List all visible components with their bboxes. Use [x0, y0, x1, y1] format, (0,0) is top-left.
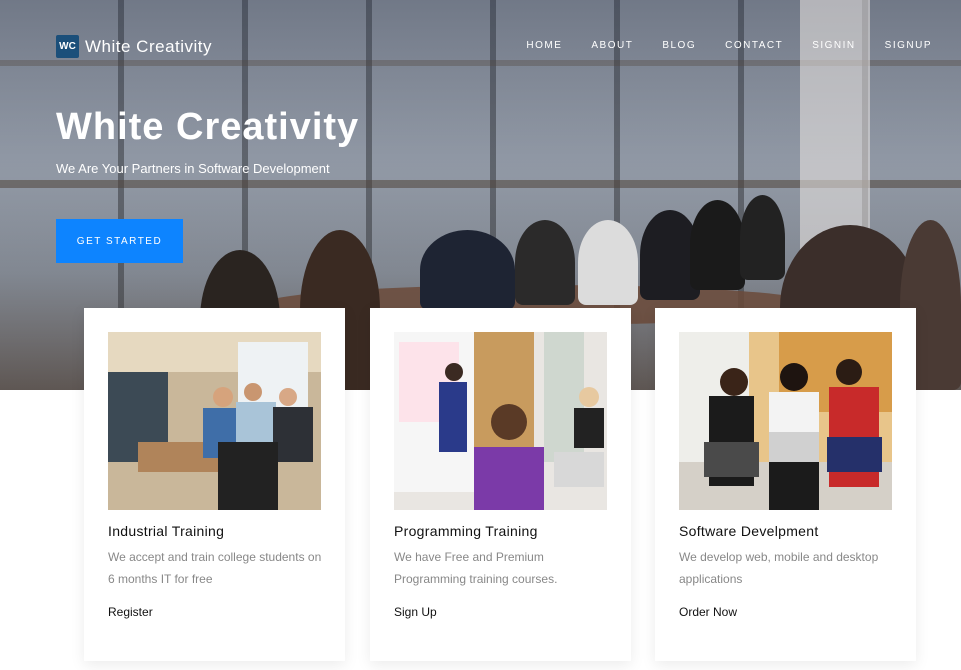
hero-title: White Creativity: [56, 106, 359, 149]
card-description: We develop web, mobile and desktop appli…: [679, 550, 879, 586]
hero-subtitle: We Are Your Partners in Software Develop…: [56, 161, 330, 176]
brand[interactable]: WC White Creativity: [56, 35, 212, 58]
get-started-button[interactable]: GET STARTED: [56, 219, 183, 263]
card-description: We have Free and Premium Programming tra…: [394, 550, 558, 586]
service-card: Programming Training We have Free and Pr…: [370, 308, 631, 661]
nav-about[interactable]: ABOUT: [591, 40, 633, 51]
nav-contact[interactable]: CONTACT: [725, 40, 783, 51]
card-title: Industrial Training: [108, 523, 225, 539]
hero-title-bold: Creativity: [176, 106, 360, 148]
nav-signin[interactable]: SIGNIN: [812, 40, 855, 51]
card-title: Programming Training: [394, 523, 538, 539]
main-nav: HOME ABOUT BLOG CONTACT SIGNIN SIGNUP: [497, 40, 932, 51]
service-card: Software Develpment We develop web, mobi…: [655, 308, 916, 661]
sign-up-link[interactable]: Sign Up: [394, 605, 437, 619]
brand-name: White Creativity: [85, 36, 213, 56]
hero-title-light: White: [56, 106, 165, 148]
card-photo-programming: [394, 332, 607, 510]
register-link[interactable]: Register: [108, 605, 153, 619]
nav-signup[interactable]: SIGNUP: [885, 40, 932, 51]
service-card: Industrial Training We accept and train …: [84, 308, 345, 661]
card-photo-industrial: [108, 332, 321, 510]
card-photo-software: [679, 332, 892, 510]
card-description: We accept and train college students on …: [108, 550, 322, 586]
hero-person: [740, 195, 785, 280]
order-now-link[interactable]: Order Now: [679, 605, 737, 619]
hero-person: [420, 230, 515, 310]
nav-blog[interactable]: BLOG: [662, 40, 696, 51]
hero-person: [515, 220, 575, 305]
hero-person: [690, 200, 745, 290]
brand-logo-icon: WC: [56, 35, 79, 58]
nav-home[interactable]: HOME: [526, 40, 562, 51]
hero-person: [578, 220, 638, 305]
card-title: Software Develpment: [679, 523, 819, 539]
